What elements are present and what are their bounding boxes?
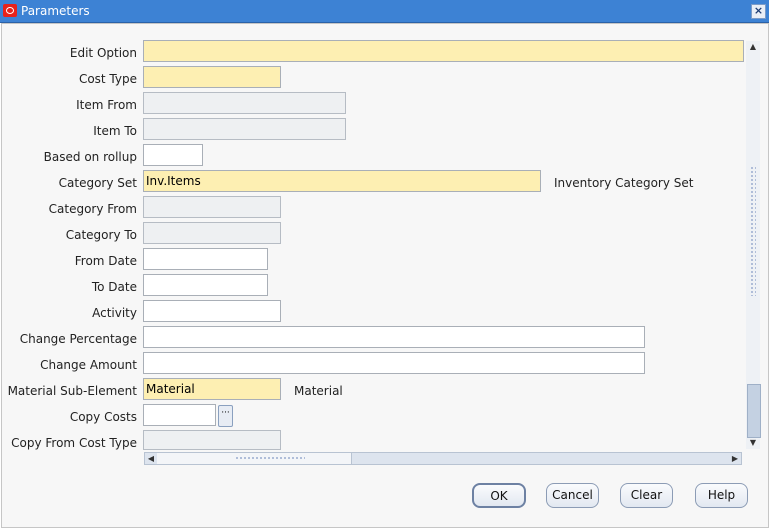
to-date-field[interactable]	[143, 274, 268, 296]
item-to-label: Item To	[93, 124, 137, 138]
category-set-label: Category Set	[58, 176, 137, 190]
scroll-down-icon[interactable]: ▼	[746, 437, 760, 449]
material-sub-element-description: Material	[294, 384, 343, 398]
vertical-scrollbar[interactable]: ▲ ▼	[746, 41, 761, 449]
activity-label: Activity	[92, 306, 137, 320]
item-from-label: Item From	[76, 98, 137, 112]
scroll-right-icon[interactable]: ▶	[729, 453, 741, 464]
copy-costs-label: Copy Costs	[69, 410, 137, 424]
copy-from-cost-type-label: Copy From Cost Type	[11, 436, 137, 450]
based-on-rollup-label: Based on rollup	[43, 150, 137, 164]
to-date-label: To Date	[91, 280, 137, 294]
edit-option-field[interactable]	[143, 40, 744, 62]
scroll-left-icon[interactable]: ◀	[145, 453, 157, 464]
cost-type-label: Cost Type	[78, 72, 137, 86]
ok-button[interactable]: OK	[472, 483, 526, 508]
category-set-description: Inventory Category Set	[554, 176, 694, 190]
change-amount-field[interactable]	[143, 352, 645, 374]
from-date-field[interactable]	[143, 248, 268, 270]
copy-costs-lov-icon[interactable]: ···	[218, 405, 233, 427]
help-button[interactable]: Help	[695, 483, 748, 508]
category-from-label: Category From	[48, 202, 137, 216]
horizontal-scroll-thumb[interactable]	[157, 453, 352, 464]
horizontal-scrollbar[interactable]: ◀ ▶	[144, 452, 742, 465]
based-on-rollup-field[interactable]	[143, 144, 203, 166]
category-from-field[interactable]	[143, 196, 281, 218]
scroll-grip-icon	[750, 166, 756, 296]
material-sub-element-field[interactable]: Material	[143, 378, 281, 400]
cost-type-field[interactable]	[143, 66, 281, 88]
item-from-field[interactable]	[143, 92, 346, 114]
edit-option-label: Edit Option	[69, 46, 137, 60]
category-to-label: Category To	[65, 228, 137, 242]
cancel-button[interactable]: Cancel	[546, 483, 599, 508]
oracle-logo-icon	[3, 4, 17, 17]
category-to-field[interactable]	[143, 222, 281, 244]
scroll-up-icon[interactable]: ▲	[746, 41, 760, 53]
title-bar: Parameters ×	[0, 0, 769, 23]
change-percentage-field[interactable]	[143, 326, 645, 348]
window-title: Parameters	[21, 4, 90, 18]
change-amount-label: Change Amount	[40, 358, 137, 372]
copy-costs-field[interactable]	[143, 404, 216, 426]
copy-from-cost-type-field[interactable]	[143, 430, 281, 450]
category-set-field[interactable]: Inv.Items	[143, 170, 541, 192]
clear-button[interactable]: Clear	[620, 483, 673, 508]
horizontal-grip-icon	[235, 456, 305, 461]
vertical-scroll-thumb[interactable]	[747, 384, 761, 438]
from-date-label: From Date	[74, 254, 137, 268]
item-to-field[interactable]	[143, 118, 346, 140]
change-percentage-label: Change Percentage	[19, 332, 137, 346]
material-sub-element-label: Material Sub-Element	[7, 384, 137, 398]
activity-field[interactable]	[143, 300, 281, 322]
close-icon[interactable]: ×	[751, 4, 766, 19]
